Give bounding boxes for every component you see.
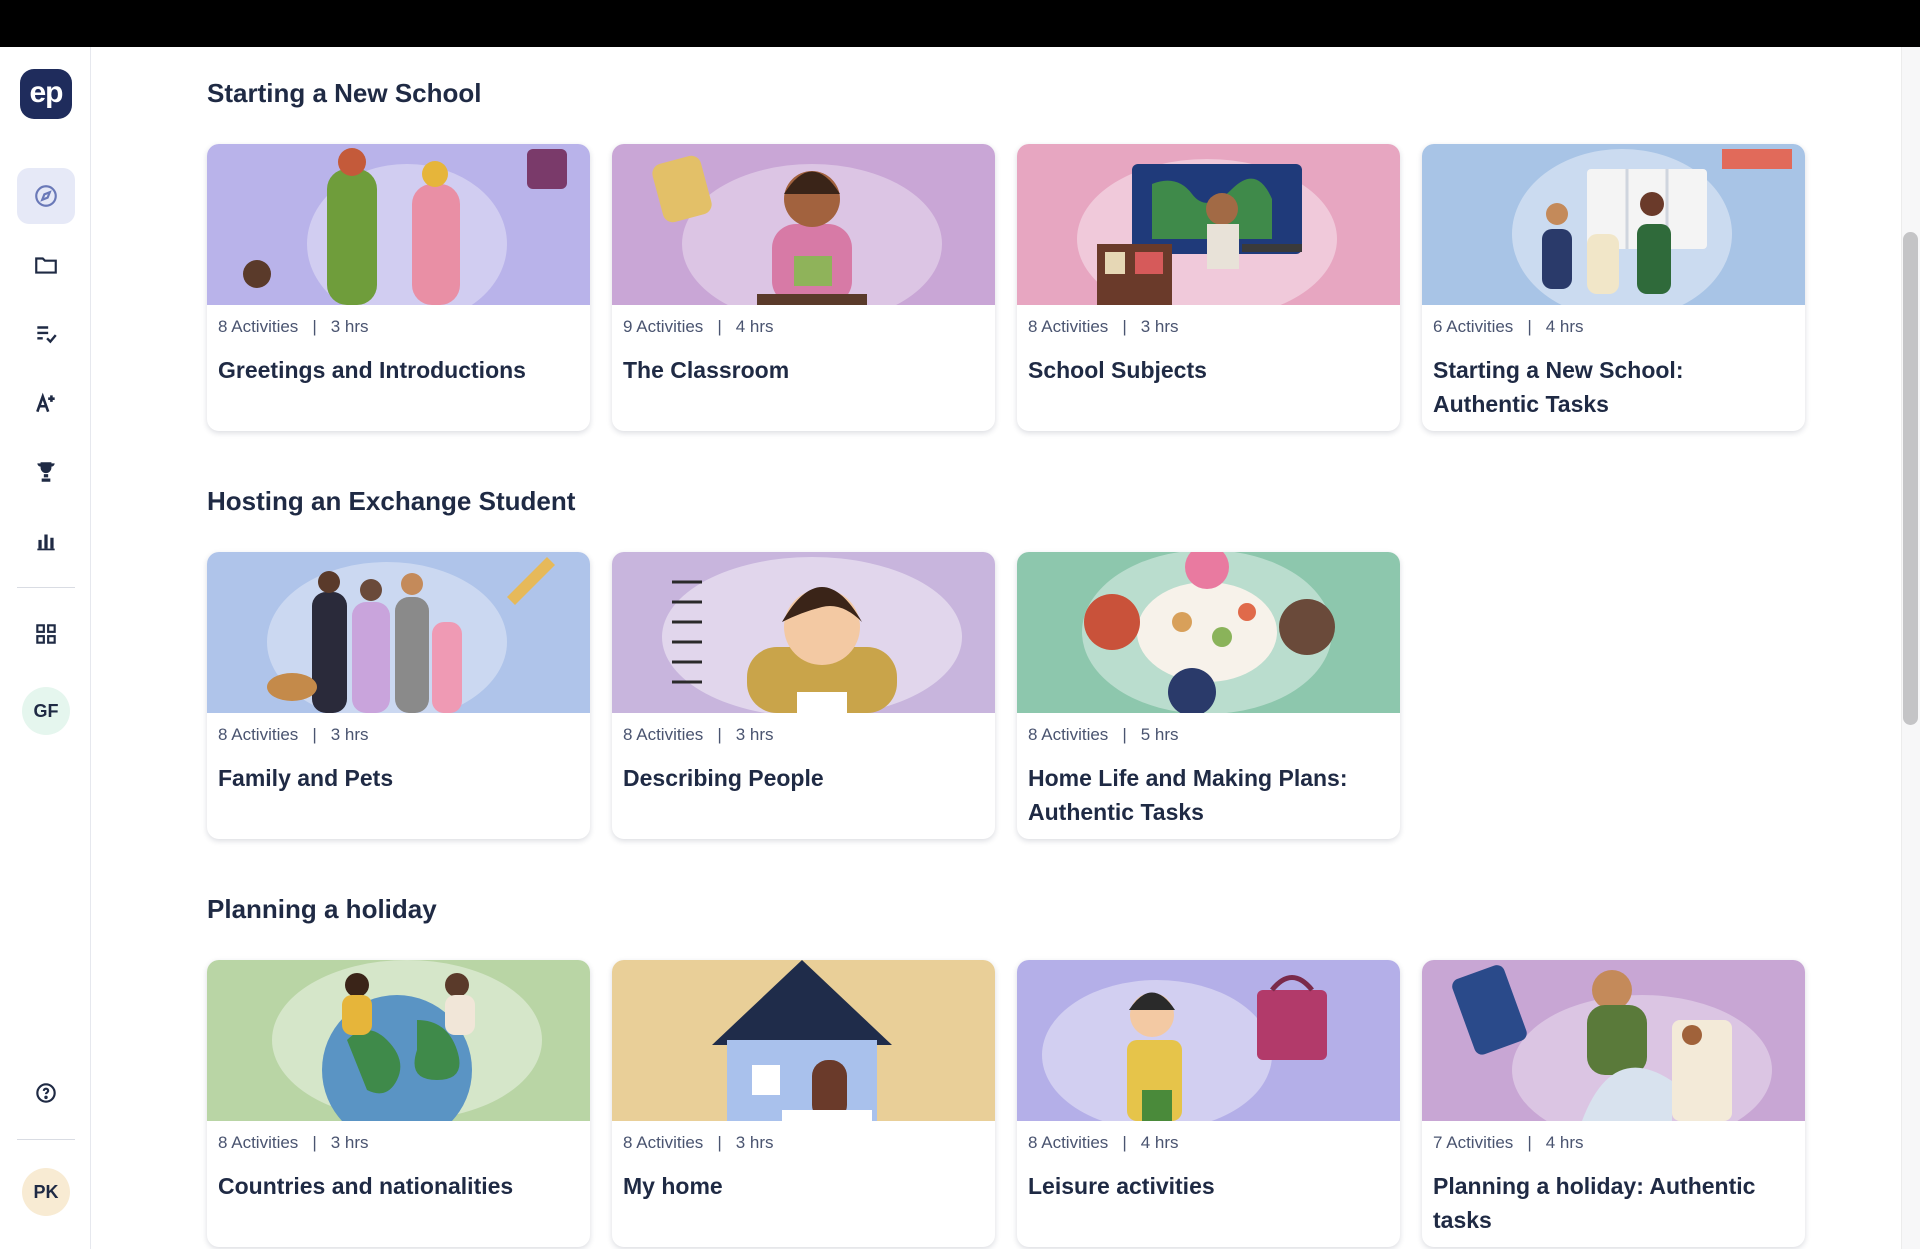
course-title: Countries and nationalities	[218, 1173, 514, 1199]
activity-count: 6 Activities	[1433, 317, 1514, 336]
course-illustration	[1017, 960, 1400, 1121]
activity-count: 9 Activities	[623, 317, 704, 336]
duration: 4 hrs	[1545, 1133, 1584, 1152]
meta-separator: |	[1122, 317, 1127, 336]
meta-separator: |	[312, 1133, 317, 1152]
activity-count: 8 Activities	[218, 317, 299, 336]
compass-icon	[35, 185, 57, 207]
activity-count: 8 Activities	[218, 725, 299, 744]
course-title: School Subjects	[1028, 357, 1207, 383]
nav-reports-button[interactable]	[17, 513, 75, 569]
course-illustration	[612, 552, 995, 713]
main-content: Starting a New School 8 Activities | 3 hrs…	[91, 47, 1901, 1249]
course-illustration	[207, 552, 590, 713]
course-illustration	[207, 144, 590, 305]
meta-separator: |	[1122, 1133, 1127, 1152]
activity-count: 8 Activities	[1028, 317, 1109, 336]
nav-explore-button[interactable]	[17, 168, 75, 224]
course-card[interactable]: 8 Activities | 5 hrs Home Life and Making …	[1017, 552, 1400, 839]
duration: 5 hrs	[1140, 725, 1179, 744]
sidebar: ep GF PK	[0, 47, 91, 1249]
course-illustration	[1422, 960, 1805, 1121]
trophy-icon	[37, 462, 55, 482]
course-card[interactable]: 6 Activities | 4 hrs Starting a New School…	[1422, 144, 1805, 431]
section-title: Planning a holiday	[207, 894, 437, 924]
meta-separator: |	[1527, 317, 1532, 336]
top-bar	[0, 0, 1920, 47]
meta-separator: |	[312, 725, 317, 744]
duration: 4 hrs	[735, 317, 774, 336]
nav-help-button[interactable]	[17, 1065, 75, 1121]
activity-count: 8 Activities	[1028, 1133, 1109, 1152]
course-title: Home Life and Making Plans: Authentic Ta…	[1028, 765, 1348, 825]
course-card[interactable]: 7 Activities | 4 hrs Planning a holiday: A…	[1422, 960, 1805, 1247]
duration: 3 hrs	[735, 725, 774, 744]
duration: 3 hrs	[330, 1133, 369, 1152]
course-card[interactable]: 8 Activities | 4 hrs Leisure activities	[1017, 960, 1400, 1247]
course-card[interactable]: 8 Activities | 3 hrs Greetings and Introdu…	[207, 144, 590, 431]
section-title: Hosting an Exchange Student	[207, 486, 576, 516]
course-title: Leisure activities	[1028, 1173, 1215, 1199]
sidebar-divider	[17, 1139, 75, 1140]
course-illustration	[1017, 144, 1400, 305]
course-card[interactable]: 9 Activities | 4 hrs The Classroom	[612, 144, 995, 431]
course-illustration	[1017, 552, 1400, 713]
course-card[interactable]: 8 Activities | 3 hrs Describing People	[612, 552, 995, 839]
course-title: Family and Pets	[218, 765, 394, 791]
course-illustration	[1422, 144, 1805, 305]
duration: 3 hrs	[330, 317, 369, 336]
nav-assignments-button[interactable]	[17, 306, 75, 362]
meta-separator: |	[717, 725, 722, 744]
course-illustration	[612, 144, 995, 305]
meta-separator: |	[1527, 1133, 1532, 1152]
activity-count: 7 Activities	[1433, 1133, 1514, 1152]
nav-apps-button[interactable]	[17, 606, 75, 662]
nav-achievements-button[interactable]	[17, 444, 75, 500]
duration: 4 hrs	[1140, 1133, 1179, 1152]
checklist-icon	[37, 326, 57, 344]
help-icon	[36, 1083, 56, 1103]
user-avatar[interactable]: PK	[22, 1168, 70, 1216]
activity-count: 8 Activities	[218, 1133, 299, 1152]
duration: 3 hrs	[735, 1133, 774, 1152]
activity-count: 8 Activities	[1028, 725, 1109, 744]
course-title: Greetings and Introductions	[218, 357, 526, 383]
course-title: Describing People	[623, 765, 824, 791]
course-illustration	[612, 960, 995, 1121]
course-title: Planning a holiday: Authentic tasks	[1433, 1173, 1756, 1233]
grid-icon	[36, 624, 56, 644]
course-illustration	[207, 960, 590, 1121]
a-plus-icon	[36, 392, 55, 413]
course-title: My home	[623, 1173, 723, 1199]
folder-icon	[35, 257, 57, 274]
meta-separator: |	[717, 1133, 722, 1152]
duration: 3 hrs	[1140, 317, 1179, 336]
course-card[interactable]: 8 Activities | 3 hrs My home	[612, 960, 995, 1247]
meta-separator: |	[312, 317, 317, 336]
course-card[interactable]: 8 Activities | 3 hrs Countries and nationa…	[207, 960, 590, 1247]
bar-chart-icon	[37, 534, 55, 551]
course-title: The Classroom	[623, 357, 790, 383]
meta-separator: |	[1122, 725, 1127, 744]
course-title: Starting a New School: Authentic Tasks	[1433, 357, 1684, 417]
course-card[interactable]: 8 Activities | 3 hrs Family and Pets	[207, 552, 590, 839]
app-logo[interactable]: ep	[20, 69, 72, 119]
section-title: Starting a New School	[207, 78, 482, 108]
meta-separator: |	[717, 317, 722, 336]
group-badge[interactable]: GF	[22, 687, 70, 735]
duration: 3 hrs	[330, 725, 369, 744]
duration: 4 hrs	[1545, 317, 1584, 336]
activity-count: 8 Activities	[623, 1133, 704, 1152]
sidebar-divider	[17, 587, 75, 588]
nav-library-button[interactable]	[17, 237, 75, 293]
course-card[interactable]: 8 Activities | 3 hrs School Subjects	[1017, 144, 1400, 431]
activity-count: 8 Activities	[623, 725, 704, 744]
scrollbar-thumb[interactable]	[1903, 232, 1918, 725]
nav-grades-button[interactable]	[17, 375, 75, 431]
